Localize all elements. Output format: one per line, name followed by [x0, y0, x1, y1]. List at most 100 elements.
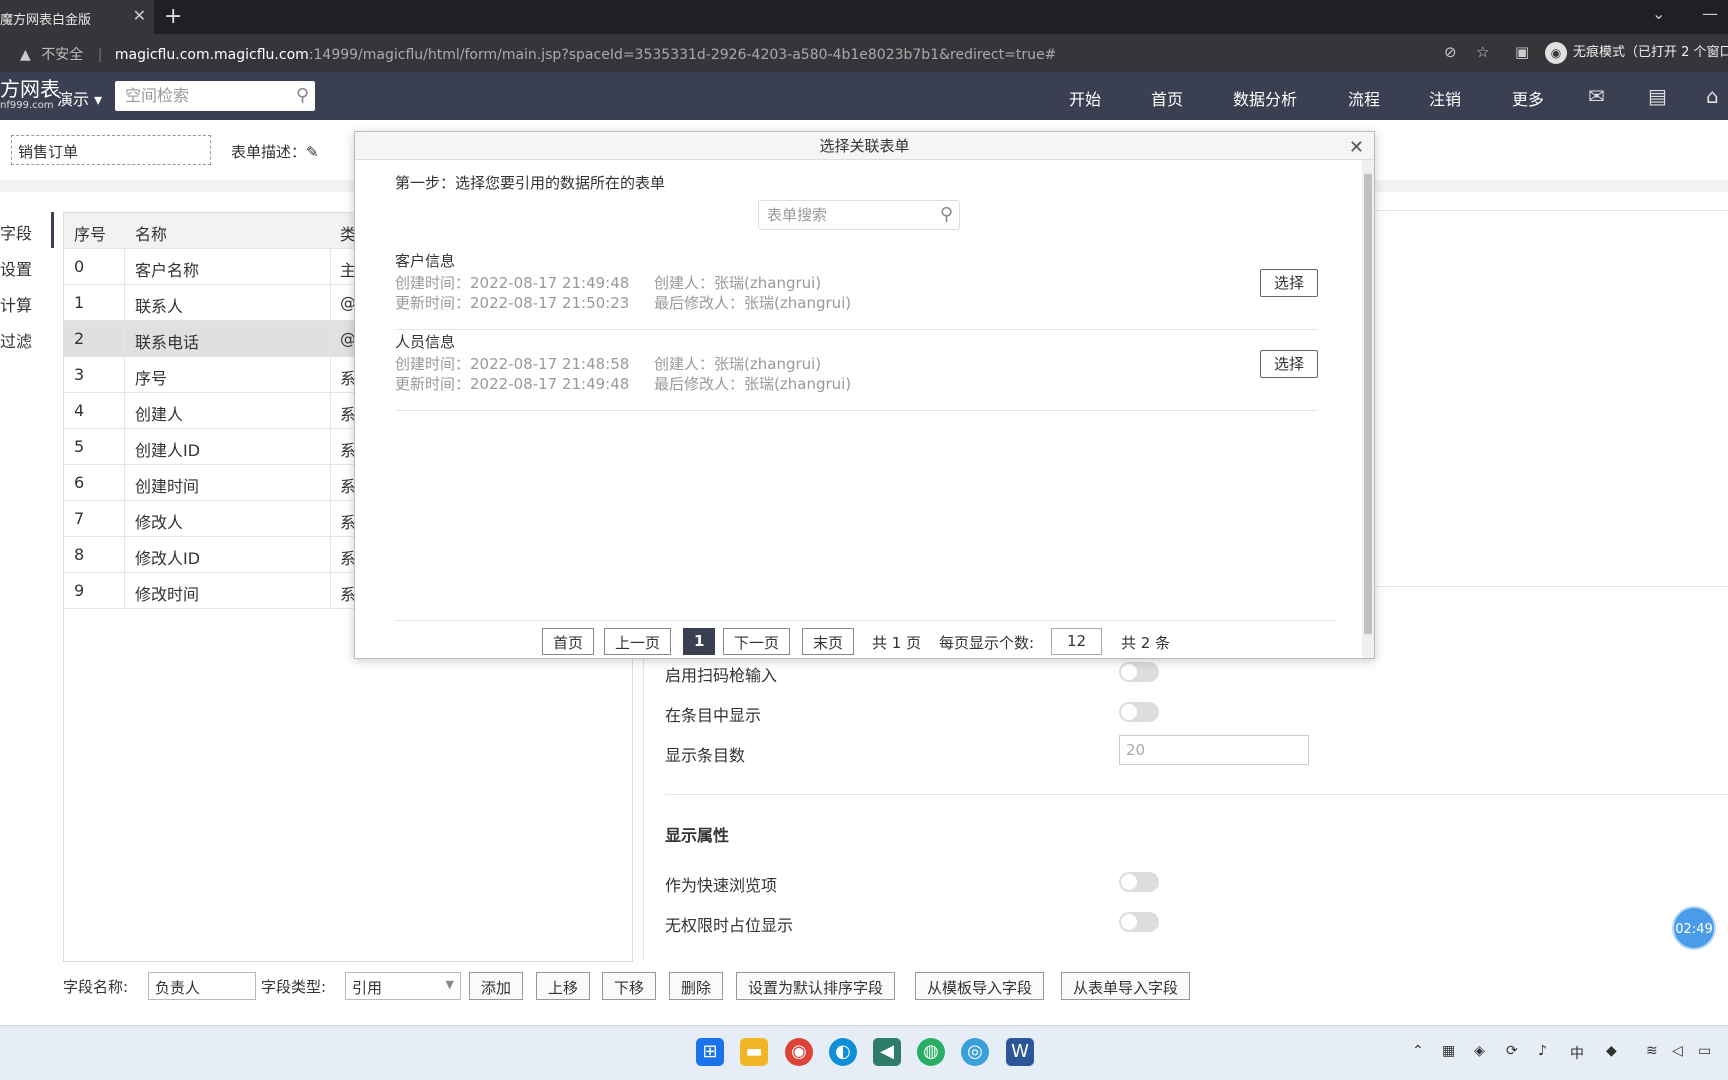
- logo: 方网表 nf999.com: [0, 78, 60, 112]
- nav-logout[interactable]: 注销: [1429, 86, 1461, 110]
- show-in-items-label: 在条目中显示: [665, 706, 762, 725]
- word-icon[interactable]: W: [1006, 1038, 1034, 1066]
- star-icon[interactable]: ☆: [1476, 43, 1489, 61]
- item-count-input[interactable]: 20: [1119, 735, 1309, 765]
- move-down-button[interactable]: 下移: [602, 972, 657, 1000]
- row-index: 8: [74, 545, 85, 564]
- current-page-button[interactable]: 1: [683, 628, 716, 655]
- tray-app-icon[interactable]: ◆: [1606, 1043, 1617, 1059]
- prev-page-button[interactable]: 上一页: [604, 628, 672, 655]
- timer-badge[interactable]: 02:49: [1672, 906, 1716, 950]
- field-name-input[interactable]: 负责人: [148, 972, 256, 1000]
- left-nav-fields[interactable]: 字段: [0, 212, 54, 248]
- bottom-toolbar: 字段名称: 负责人 字段类型: 引用 ▼ 添加 上移 下移 删除 设置为默认排序字…: [63, 967, 1463, 1003]
- close-icon[interactable]: ✕: [1349, 134, 1364, 162]
- file-explorer-icon[interactable]: ▬: [740, 1038, 768, 1066]
- select-button[interactable]: 选择: [1260, 350, 1318, 378]
- chevron-up-icon[interactable]: ⌃: [1412, 1043, 1424, 1059]
- nav-data-analysis[interactable]: 数据分析: [1233, 86, 1297, 110]
- move-up-button[interactable]: 上移: [536, 972, 591, 1000]
- form-item-modifier: 最后修改人：张瑞(zhangrui): [654, 294, 852, 312]
- gift-icon[interactable]: ⌂: [1706, 84, 1719, 108]
- pencil-icon[interactable]: ✎: [306, 143, 319, 161]
- url-field[interactable]: ▲ 不安全 | magicflu.com.magicflu.com:14999/…: [10, 39, 1530, 67]
- dialog-title-text: 选择关联表单: [819, 137, 910, 155]
- left-nav-calc[interactable]: 计算: [0, 284, 54, 320]
- delete-button[interactable]: 删除: [669, 972, 724, 1000]
- ime-icon[interactable]: 中: [1570, 1043, 1584, 1063]
- form-item-updated: 更新时间：2022-08-17 21:49:48: [395, 375, 630, 393]
- item-count-label: 显示条目数: [665, 746, 746, 765]
- chrome-icon[interactable]: ◉: [785, 1038, 813, 1066]
- search-icon[interactable]: ⚲: [296, 85, 309, 106]
- row-name: 创建时间: [135, 477, 200, 496]
- browser-tab[interactable]: 魔方网表白金版 ✕: [0, 0, 154, 34]
- row-index: 5: [74, 437, 85, 456]
- mail-icon[interactable]: ✉: [1588, 84, 1605, 108]
- microphone-icon[interactable]: ♪: [1538, 1043, 1547, 1059]
- volume-icon[interactable]: ◁: [1672, 1043, 1683, 1059]
- search-app-icon[interactable]: ◎: [961, 1038, 989, 1066]
- windows-start-icon[interactable]: ⊞: [696, 1038, 724, 1066]
- form-item-created: 创建时间：2022-08-17 21:48:58: [395, 355, 630, 373]
- sidepanel-icon[interactable]: ▣: [1515, 43, 1529, 61]
- app-icon[interactable]: ◀: [873, 1038, 901, 1066]
- per-page-input[interactable]: 12: [1051, 628, 1102, 655]
- field-type-select[interactable]: 引用 ▼: [345, 972, 461, 1000]
- header-name: 名称: [135, 225, 168, 244]
- header-index: 序号: [74, 225, 107, 244]
- scan-input-toggle[interactable]: [1119, 662, 1159, 682]
- first-page-button[interactable]: 首页: [542, 628, 595, 655]
- nav-workflow[interactable]: 流程: [1348, 86, 1380, 110]
- nav-home[interactable]: 首页: [1151, 86, 1183, 110]
- next-page-button[interactable]: 下一页: [723, 628, 791, 655]
- space-selector[interactable]: 演示 ▾: [57, 86, 102, 110]
- placeholder-toggle[interactable]: [1119, 912, 1159, 932]
- set-default-sort-button[interactable]: 设置为默认排序字段: [736, 972, 896, 1000]
- nav-start[interactable]: 开始: [1069, 86, 1101, 110]
- row-index: 7: [74, 509, 85, 528]
- dialog-scrollbar[interactable]: [1362, 160, 1374, 658]
- space-search-input[interactable]: [115, 81, 285, 109]
- clipboard-icon[interactable]: ▤: [1648, 84, 1667, 108]
- row-name: 序号: [135, 369, 168, 388]
- total-items: 共 2 条: [1121, 634, 1171, 652]
- last-page-button[interactable]: 末页: [802, 628, 855, 655]
- form-name-input[interactable]: 销售订单: [11, 135, 211, 165]
- sync-icon[interactable]: ⟳: [1506, 1043, 1518, 1059]
- url-path: :14999/magicflu/html/form/main.jsp?space…: [308, 47, 1057, 63]
- wechat-icon[interactable]: ◍: [917, 1038, 945, 1066]
- form-search-input[interactable]: [759, 201, 929, 229]
- eye-off-icon[interactable]: ⊘: [1444, 43, 1457, 61]
- left-nav-filter[interactable]: 过滤: [0, 320, 54, 356]
- search-icon[interactable]: ⚲: [940, 204, 953, 225]
- left-nav-settings[interactable]: 设置: [0, 248, 54, 284]
- minimize-icon[interactable]: —: [1702, 4, 1718, 23]
- new-tab-icon[interactable]: +: [164, 4, 182, 29]
- import-from-template-button[interactable]: 从模板导入字段: [915, 972, 1045, 1000]
- nav-more[interactable]: 更多: [1512, 86, 1544, 110]
- row-name: 联系人: [135, 297, 184, 316]
- edge-icon[interactable]: ◐: [829, 1038, 857, 1066]
- scrollbar-thumb[interactable]: [1364, 174, 1372, 634]
- wifi-icon[interactable]: ≋: [1646, 1043, 1658, 1059]
- warning-icon: ▲: [20, 47, 31, 63]
- form-item-modifier: 最后修改人：张瑞(zhangrui): [654, 375, 852, 393]
- select-button[interactable]: 选择: [1260, 269, 1318, 297]
- tray-app-icon[interactable]: ▦: [1442, 1043, 1455, 1059]
- show-in-items-toggle[interactable]: [1119, 702, 1159, 722]
- field-name-label: 字段名称:: [63, 978, 129, 996]
- incognito-indicator[interactable]: ◉ 无痕模式（已打开 2 个窗口）: [1545, 41, 1728, 64]
- row-name: 修改时间: [135, 585, 200, 604]
- chevron-down-icon: ▼: [445, 978, 454, 991]
- add-button[interactable]: 添加: [469, 972, 524, 1000]
- quick-browse-toggle[interactable]: [1119, 872, 1159, 892]
- battery-icon[interactable]: ▭: [1698, 1043, 1711, 1059]
- logo-main: 方网表: [0, 77, 60, 101]
- import-from-form-button[interactable]: 从表单导入字段: [1061, 972, 1191, 1000]
- row-name: 客户名称: [135, 261, 200, 280]
- tray-app-icon[interactable]: ◈: [1474, 1043, 1485, 1059]
- chevron-down-icon[interactable]: ⌄: [1652, 4, 1665, 23]
- close-tab-icon[interactable]: ✕: [133, 6, 146, 25]
- form-desc-label: 表单描述：✎: [231, 141, 319, 162]
